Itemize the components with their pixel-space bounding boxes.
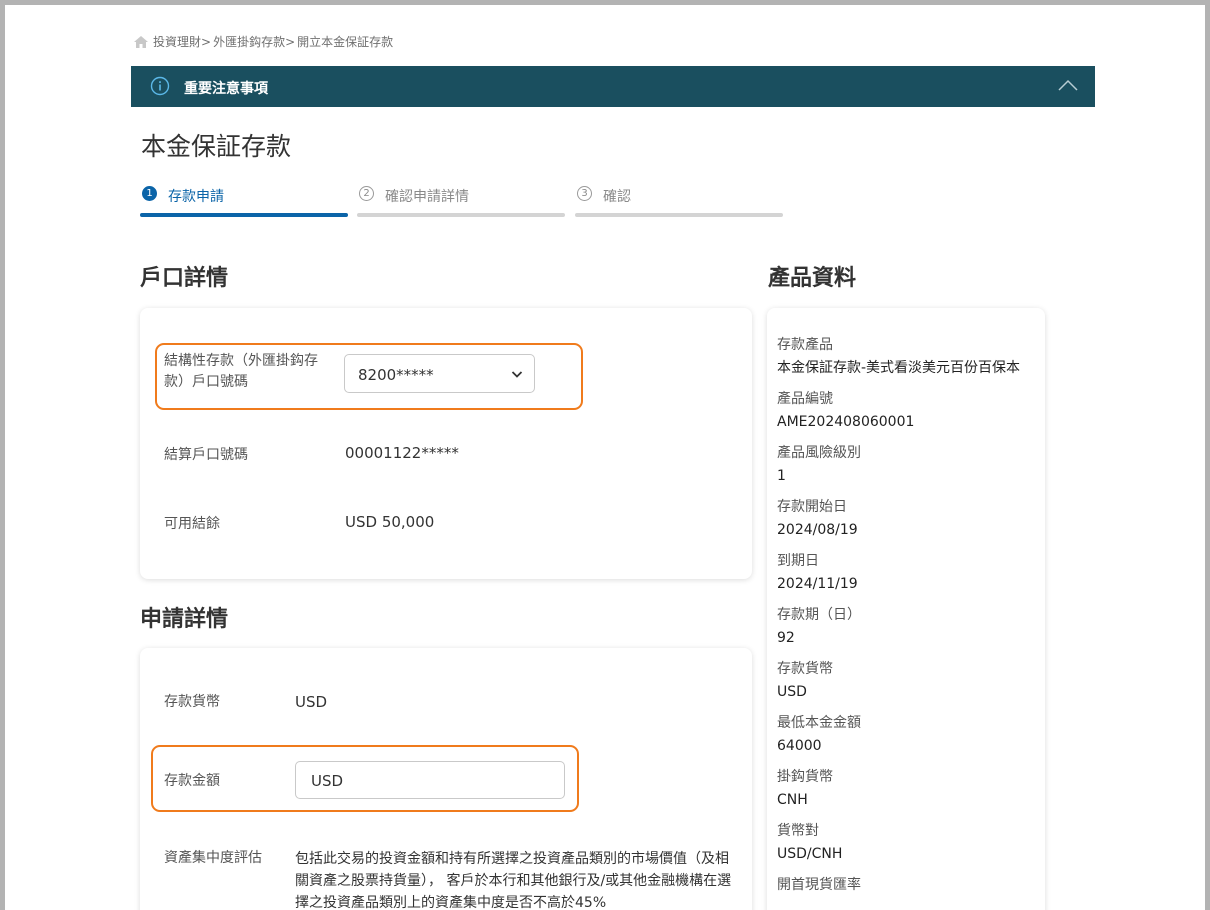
product-info-list: 存款產品 本金保証存款-美式看淡美元百份百保本 產品編號 AME20240806… [777,334,1039,905]
product-value: 1 [777,468,786,484]
product-info-title: 產品資料 [768,266,857,291]
deposit-currency-value: USD [295,693,328,711]
important-notice-bar[interactable]: 重要注意事項 [131,66,1095,107]
product-key: 產品編號 [777,391,833,407]
product-item-risk-level: 產品風險級別 1 [777,442,1039,488]
product-item-start-date: 存款開始日 2024/08/19 [777,496,1039,542]
step-label: 確認 [603,189,631,205]
deposit-amount-label: 存款金額 [164,773,220,789]
application-details-title: 申請詳情 [140,607,229,632]
product-item-maturity-date: 到期日 2024/11/19 [777,550,1039,596]
concentration-assessment-label: 資產集中度評估 [164,850,262,866]
page-frame: 投資理財> 外匯掛鈎存款> 開立本金保証存款 重要注意事項 本金保証存款 1 存… [0,0,1210,910]
deposit-amount-input[interactable]: USD [295,761,565,799]
application-details-card: 存款貨幣 USD 存款金額 USD 資產集中度評估 包括此交易的投資金額和持有所… [140,648,752,910]
account-details-card: 結構性存款（外匯掛鈎存款）戶口號碼 8200***** 結算戶口號碼 00001… [140,308,752,579]
available-balance-label: 可用結餘 [164,516,220,532]
product-key: 開首現貨匯率 [777,877,861,893]
product-key: 存款貨幣 [777,661,833,677]
notice-title: 重要注意事項 [184,81,268,97]
product-value: 92 [777,630,795,646]
concentration-assessment-text: 包括此交易的投資金額和持有所選擇之投資產品類別的市場價值（及相關資產之股票持貨量… [295,851,732,910]
product-key: 最低本金金額 [777,715,861,731]
linked-account-value: 8200***** [358,366,434,384]
step-bar [357,213,565,217]
step-number: 2 [359,186,374,201]
product-item-currency-pair: 貨幣對 USD/CNH [777,820,1039,866]
breadcrumb-item-current: 開立本金保証存款 [297,35,394,49]
breadcrumb: 投資理財> 外匯掛鈎存款> 開立本金保証存款 [133,33,393,50]
account-details-title: 戶口詳情 [140,266,229,291]
settlement-account-value: 00001122***** [345,444,459,462]
product-key: 存款產品 [777,337,833,353]
product-key: 存款開始日 [777,499,847,515]
product-value: CNH [777,792,808,808]
step-confirm-details: 2 確認申請詳情 [357,184,565,218]
chevron-up-icon[interactable] [1058,78,1078,92]
product-value: 2024/11/19 [777,576,858,592]
product-item-deposit-currency: 存款貨幣 USD [777,658,1039,704]
product-key: 到期日 [777,553,819,569]
product-key: 貨幣對 [777,823,819,839]
step-confirm: 3 確認 [575,184,783,218]
breadcrumb-item-fx-linked-deposit[interactable]: 外匯掛鈎存款> [213,33,295,50]
product-value: USD/CNH [777,846,843,862]
product-item-initial-spot-rate: 開首現貨匯率 [777,874,1039,897]
page-title: 本金保証存款 [141,132,292,161]
step-deposit-application: 1 存款申請 [140,184,348,218]
product-item-min-principal: 最低本金金額 64000 [777,712,1039,758]
product-item-product-code: 產品編號 AME202408060001 [777,388,1039,434]
breadcrumb-item-investment[interactable]: 投資理財> [153,33,211,50]
product-item-tenor-days: 存款期（日） 92 [777,604,1039,650]
deposit-currency-label: 存款貨幣 [164,694,220,710]
product-item-linked-currency: 掛鈎貨幣 CNH [777,766,1039,812]
product-value: 本金保証存款-美式看淡美元百份百保本 [777,360,1021,376]
product-value: 64000 [777,738,822,754]
step-bar [575,213,783,217]
step-bar [140,213,348,217]
home-icon[interactable] [133,35,149,49]
step-label: 確認申請詳情 [385,189,469,205]
product-item-deposit-product: 存款產品 本金保証存款-美式看淡美元百份百保本 [777,334,1039,380]
chevron-down-icon [511,371,523,378]
product-key: 存款期（日） [777,607,861,623]
available-balance-value: USD 50,000 [345,513,435,531]
step-number: 3 [577,186,592,201]
step-number: 1 [142,186,157,201]
step-label: 存款申請 [168,189,224,205]
product-value: AME202408060001 [777,414,915,430]
linked-account-label: 結構性存款（外匯掛鈎存款）戶口號碼 [164,353,318,390]
linked-account-select[interactable]: 8200***** [344,354,535,393]
product-value: USD [777,684,807,700]
deposit-amount-value: USD [311,772,344,790]
product-key: 掛鈎貨幣 [777,769,833,785]
info-icon [150,76,170,96]
product-info-card: 存款產品 本金保証存款-美式看淡美元百份百保本 產品編號 AME20240806… [767,308,1045,910]
settlement-account-label: 結算戶口號碼 [164,447,248,463]
product-value: 2024/08/19 [777,522,858,538]
product-key: 產品風險級別 [777,445,861,461]
